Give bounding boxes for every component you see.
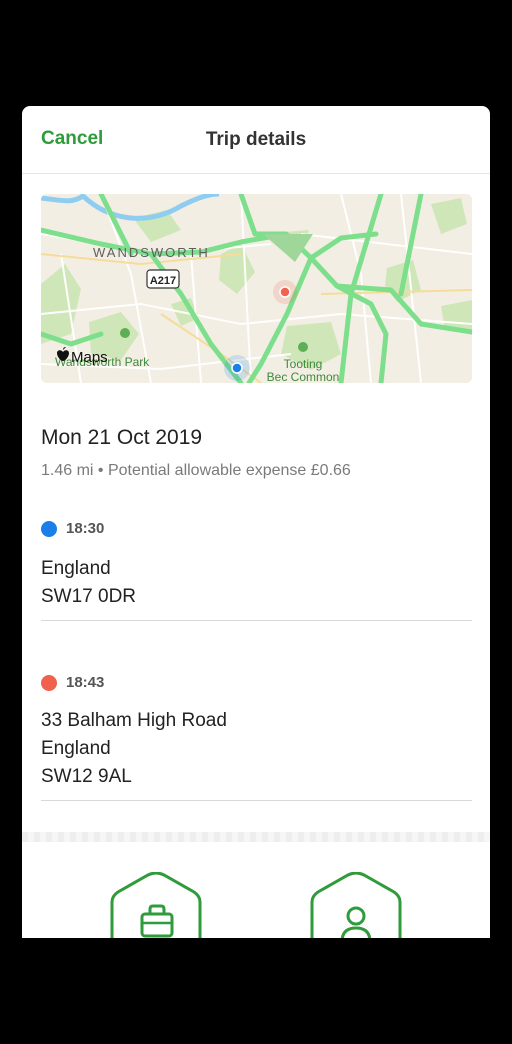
trip-summary: 1.46 mi • Potential allowable expense £0…: [41, 462, 351, 479]
start-stop-header: 18:30: [41, 520, 104, 537]
end-stop-header: 18:43: [41, 674, 104, 691]
start-address: England SW17 0DR: [41, 555, 136, 611]
map-label-common-line1: Tooting: [284, 357, 323, 371]
end-dot-icon: [41, 674, 57, 691]
start-time: 18:30: [66, 520, 105, 537]
trip-details-sheet: Cancel Trip details WANDSWORTH A217 Wand…: [22, 106, 490, 938]
map-canvas: WANDSWORTH A217 Wandsworth Park Tooting …: [41, 194, 472, 383]
map-label-district: WANDSWORTH: [93, 245, 210, 260]
route-map[interactable]: WANDSWORTH A217 Wandsworth Park Tooting …: [41, 194, 472, 383]
end-address-line1: 33 Balham High Road: [41, 710, 227, 731]
divider: [41, 800, 472, 801]
section-separator: [22, 832, 490, 842]
end-address-line3: SW12 9AL: [41, 766, 132, 787]
business-trip-button[interactable]: [108, 871, 204, 938]
divider: [41, 620, 472, 621]
page-title: Trip details: [205, 129, 307, 150]
personal-trip-button[interactable]: [308, 871, 404, 938]
start-dot-icon: [41, 520, 57, 537]
end-time: 18:43: [66, 674, 105, 691]
briefcase-icon: [110, 871, 202, 938]
maps-attribution-text: Maps: [71, 349, 108, 366]
trip-date: Mon 21 Oct 2019: [41, 426, 203, 449]
start-address-line1: England: [41, 558, 111, 579]
start-address-line2: SW17 0DR: [41, 586, 137, 607]
end-address: 33 Balham High Road England SW12 9AL: [41, 707, 227, 791]
nav-bar: Cancel Trip details: [22, 106, 490, 174]
end-address-line2: England: [41, 738, 111, 759]
map-label-road: A217: [150, 275, 176, 287]
device-frame: Cancel Trip details WANDSWORTH A217 Wand…: [0, 0, 512, 1044]
map-label-common-line2: Bec Common: [267, 370, 340, 383]
person-icon: [310, 871, 402, 938]
